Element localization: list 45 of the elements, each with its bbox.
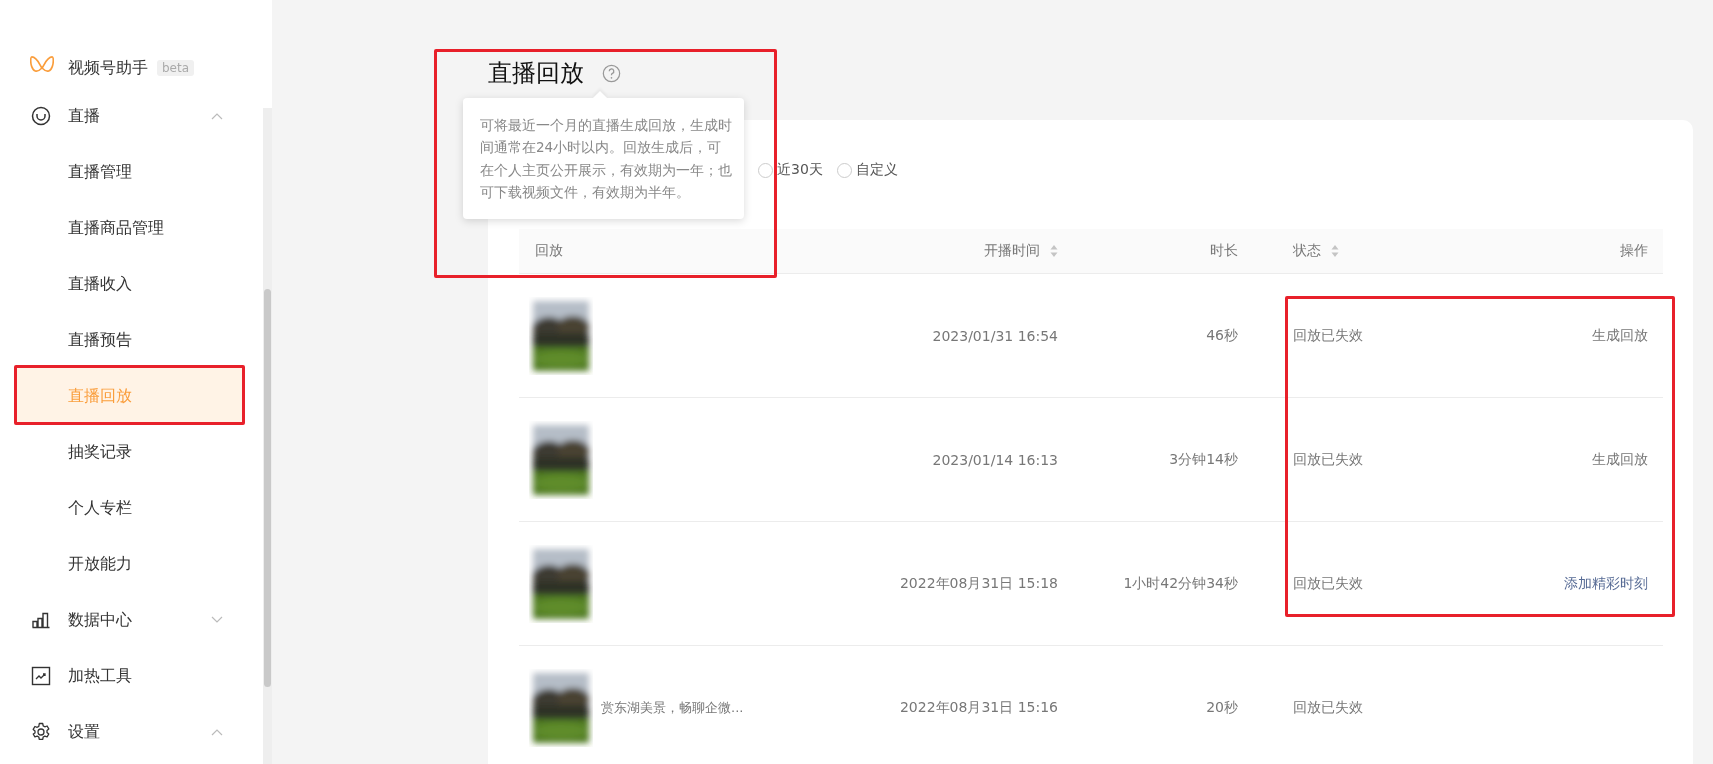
duration: 46秒 [1206, 326, 1238, 345]
nav-group[interactable]: 直播 [0, 88, 263, 144]
radio-option[interactable]: 自定义 [836, 161, 898, 179]
column-header: 时长 [1210, 242, 1238, 260]
start-time: 2023/01/31 16:54 [932, 327, 1058, 344]
bar-chart-icon [31, 610, 51, 630]
nav-item[interactable]: 抽奖记录 [15, 424, 243, 480]
replay-status: 回放已失效 [1293, 450, 1363, 469]
beta-badge: beta [157, 60, 195, 76]
brand-name: 视频号助手 [68, 57, 148, 79]
scrollbar[interactable] [263, 108, 272, 764]
column-header: 开播时间 [984, 242, 1040, 260]
nav-item[interactable]: 直播管理 [15, 144, 243, 200]
duration: 1小时42分钟34秒 [1123, 574, 1238, 593]
trend-chart-icon [31, 666, 51, 686]
column-header: 回放 [535, 242, 563, 260]
broadcast-icon [31, 106, 51, 126]
replay-status: 回放已失效 [1293, 698, 1363, 717]
column-header: 操作 [1620, 242, 1648, 260]
duration: 3分钟14秒 [1169, 450, 1238, 469]
replay-status: 回放已失效 [1293, 574, 1363, 593]
nav-item[interactable]: 直播预告 [15, 312, 243, 368]
nav-item[interactable]: 直播收入 [15, 256, 243, 312]
replay-title: 赏东湖美景，畅聊企微... [601, 698, 744, 717]
help-icon [602, 63, 621, 83]
duration: 20秒 [1206, 698, 1238, 717]
column-header: 状态 [1293, 242, 1321, 260]
settings-icon [31, 722, 51, 742]
start-time: 2022年08月31日 15:16 [899, 698, 1058, 717]
nav-group[interactable]: 加热工具 [0, 648, 263, 704]
radio-option[interactable]: 近30天 [758, 161, 823, 179]
replay-status: 回放已失效 [1293, 326, 1363, 345]
tooltip-text: 可将最近一个月的直播生成回放，生成时间通常在24小时以内。回放生成后，可在个人主页公开展示，有效期为一年；也可下载视频文件，有效期为半年。 [480, 116, 732, 202]
nav-item[interactable]: 开放能力 [15, 536, 243, 592]
action-button[interactable]: 生成回放 [1592, 450, 1648, 469]
nav-item[interactable]: 直播商品管理 [15, 200, 243, 256]
nav-item[interactable]: 个人专栏 [15, 480, 243, 536]
scrollbar-thumb[interactable] [264, 289, 271, 687]
nav-group[interactable]: 设置 [0, 704, 263, 760]
start-time: 2022年08月31日 15:18 [899, 574, 1058, 593]
action-link[interactable]: 添加精彩时刻 [1564, 574, 1648, 593]
start-time: 2023/01/14 16:13 [932, 451, 1058, 468]
page-title: 直播回放 [488, 58, 584, 89]
action-button[interactable]: 生成回放 [1592, 326, 1648, 345]
nav-group[interactable]: 数据中心 [0, 592, 263, 648]
